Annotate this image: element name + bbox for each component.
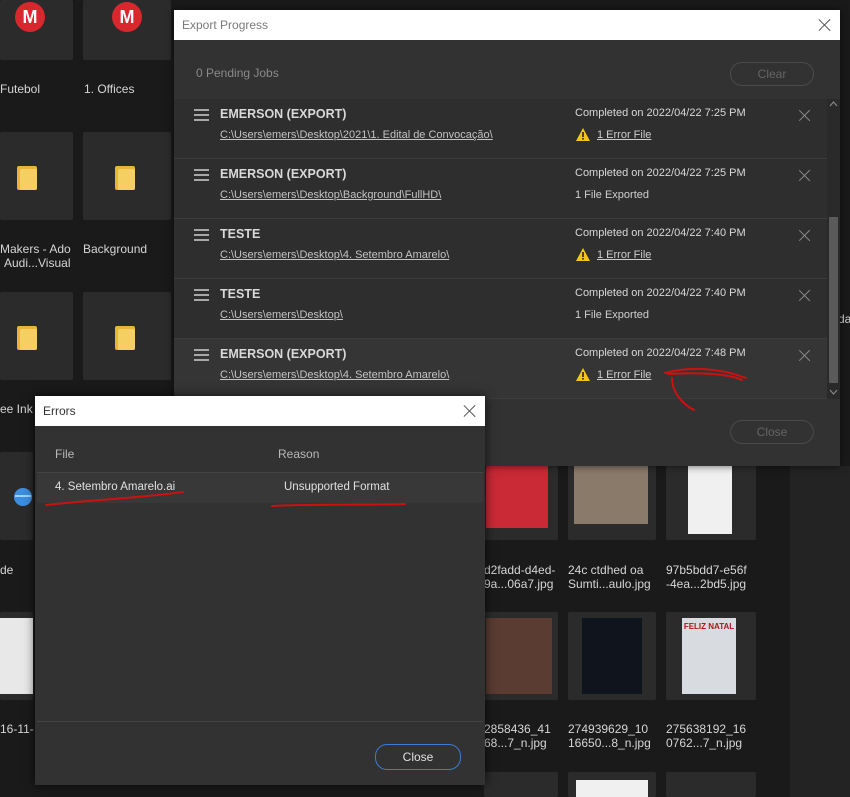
annotation-underline (45, 491, 184, 506)
annotation-arrow (664, 367, 747, 411)
annotation-underline (271, 503, 406, 507)
annotation-overlay (45, 367, 747, 507)
